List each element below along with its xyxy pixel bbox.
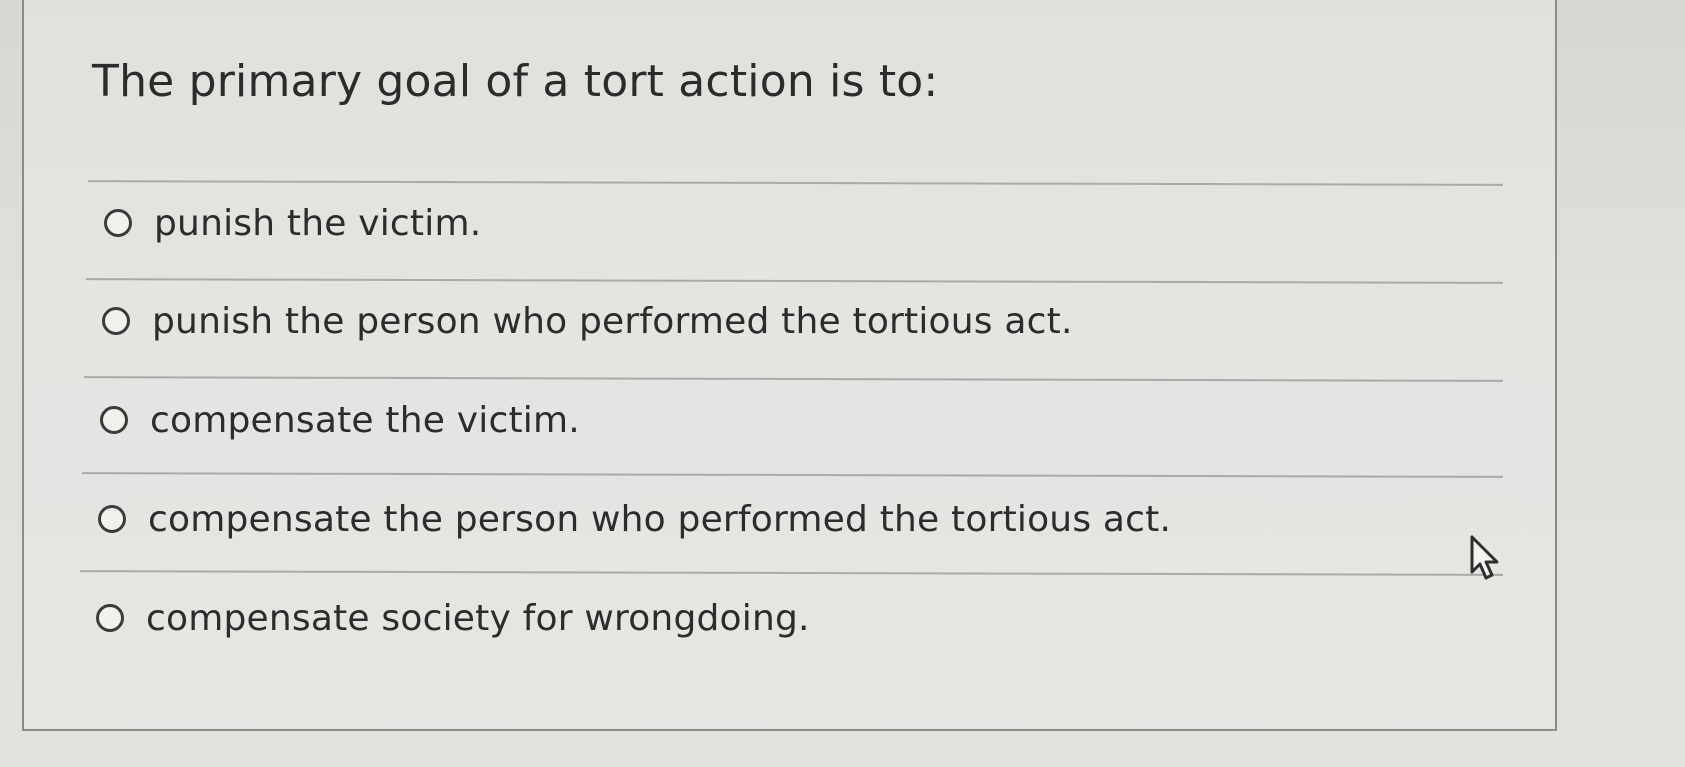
- option-compensate-tortfeasor[interactable]: compensate the person who performed the …: [98, 491, 1171, 547]
- question-text: The primary goal of a tort action is to:: [92, 56, 939, 107]
- radio-button[interactable]: [98, 505, 126, 533]
- option-label: punish the victim.: [154, 202, 482, 244]
- option-label: compensate the person who performed the …: [148, 498, 1172, 540]
- arrow-pointer-icon: [1470, 535, 1499, 580]
- option-punish-victim[interactable]: punish the victim.: [104, 195, 481, 251]
- radio-button[interactable]: [96, 604, 124, 632]
- option-compensate-victim[interactable]: compensate the victim.: [100, 392, 580, 448]
- radio-button[interactable]: [100, 406, 128, 434]
- option-punish-tortfeasor[interactable]: punish the person who performed the tort…: [102, 293, 1073, 349]
- radio-button[interactable]: [104, 209, 132, 237]
- page: The primary goal of a tort action is to:…: [0, 0, 1685, 767]
- option-label: compensate the victim.: [150, 399, 580, 441]
- option-label: punish the person who performed the tort…: [152, 300, 1073, 342]
- option-label: compensate society for wrongdoing.: [146, 597, 810, 639]
- option-compensate-society[interactable]: compensate society for wrongdoing.: [96, 590, 810, 646]
- radio-button[interactable]: [102, 307, 130, 335]
